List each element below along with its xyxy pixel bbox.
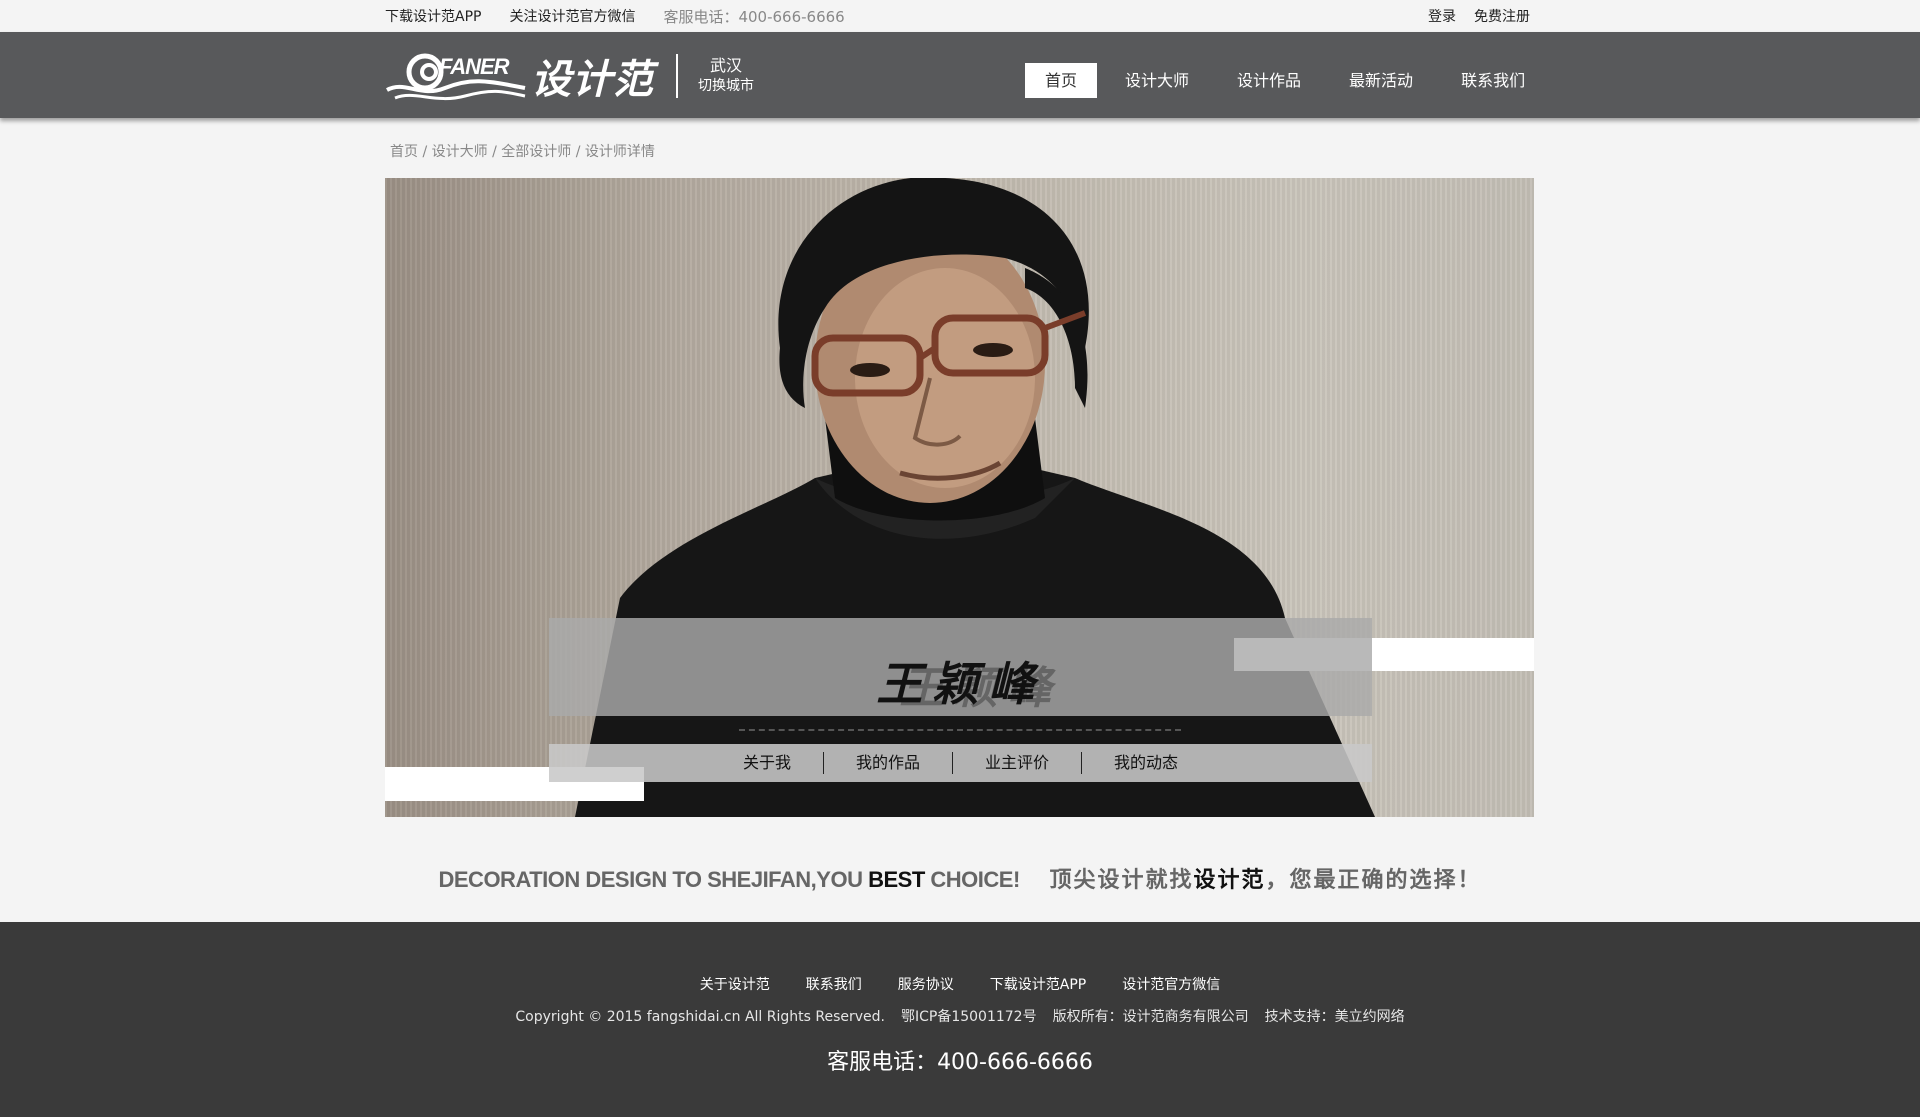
register-link[interactable]: 免费注册: [1474, 6, 1530, 26]
slogan-cn: 顶尖设计就找设计范，您最正确的选择！: [1049, 868, 1481, 893]
tab-my-activity[interactable]: 我的动态: [1082, 753, 1210, 773]
city-switcher[interactable]: 武汉 切换城市: [698, 56, 754, 96]
switch-city-label: 切换城市: [698, 78, 754, 94]
site-logo[interactable]: FANER 设计范 武汉 切换城市: [385, 50, 754, 103]
breadcrumb-sep: /: [487, 144, 502, 160]
logo-divider: [676, 54, 678, 98]
designer-portrait: [575, 178, 1375, 817]
site-footer: 关于设计范 联系我们 服务协议 下载设计范APP 设计范官方微信 Copyrig…: [0, 922, 1920, 1117]
footer-link-terms[interactable]: 服务协议: [898, 974, 954, 994]
slogan-en-part2: CHOICE!: [924, 867, 1020, 892]
breadcrumb-sep: /: [571, 144, 585, 160]
nav-contact[interactable]: 联系我们: [1441, 63, 1545, 98]
slogan-cn-part2: ，您最正确的选择！: [1265, 868, 1482, 893]
footer-hotline: 客服电话：400-666-6666: [827, 1050, 1093, 1075]
copyright-text: Copyright © 2015 fangshidai.cn All Right…: [515, 1009, 885, 1025]
current-city: 武汉: [709, 56, 742, 75]
breadcrumb-sep: /: [418, 144, 432, 160]
breadcrumb-current: 设计师详情: [584, 144, 655, 160]
tech-support: 技术支持：美立约网络: [1264, 1009, 1405, 1025]
follow-wechat-link[interactable]: 关注设计范官方微信: [509, 6, 635, 26]
top-bar-left: 下载设计范APP 关注设计范官方微信 客服电话：400-666-6666: [385, 0, 873, 32]
footer-copyright-row: Copyright © 2015 fangshidai.cn All Right…: [0, 1006, 1920, 1026]
download-app-link[interactable]: 下载设计范APP: [385, 6, 481, 26]
slogan-en: DECORATION DESIGN TO SHEJIFAN,YOU BEST C…: [438, 867, 1021, 892]
breadcrumb-home[interactable]: 首页: [390, 144, 418, 160]
main-nav: 首页 设计大师 设计作品 最新活动 联系我们: [1025, 63, 1553, 98]
breadcrumb-masters[interactable]: 设计大师: [432, 144, 488, 160]
main-header: FANER 设计范 武汉 切换城市 首页 设计大师 设计作品 最新活动 联系我们: [0, 32, 1920, 118]
nav-events[interactable]: 最新活动: [1329, 63, 1433, 98]
nav-works[interactable]: 设计作品: [1217, 63, 1321, 98]
top-bar-right: 登录 免费注册: [1428, 0, 1548, 32]
footer-link-about[interactable]: 关于设计范: [700, 974, 770, 994]
designer-tabs: 关于我 我的作品 业主评价 我的动态: [549, 744, 1372, 782]
top-bar: 下载设计范APP 关注设计范官方微信 客服电话：400-666-6666 登录 …: [0, 0, 1920, 32]
logo-cn: 设计范: [531, 57, 654, 103]
tab-about-me[interactable]: 关于我: [711, 753, 823, 773]
name-band: 王颖峰 王颖峰: [549, 618, 1372, 716]
slogan-cn-part1: 顶尖设计就找: [1049, 868, 1194, 893]
designer-name: 王颖峰: [876, 657, 1045, 711]
footer-link-contact[interactable]: 联系我们: [806, 974, 862, 994]
tab-my-works[interactable]: 我的作品: [824, 753, 952, 773]
slogan-en-bold: BEST: [868, 867, 925, 892]
icp-number: 鄂ICP备15001172号: [900, 1009, 1037, 1025]
breadcrumb-all-designers[interactable]: 全部设计师: [501, 144, 571, 160]
slogan-cn-bold: 设计范: [1193, 868, 1266, 893]
dashed-divider: [739, 729, 1181, 731]
footer-link-download-app[interactable]: 下载设计范APP: [990, 974, 1086, 994]
logo-wave-icon: FANER: [385, 50, 527, 102]
nav-masters[interactable]: 设计大师: [1105, 63, 1209, 98]
copyright-owner: 版权所有：设计范商务有限公司: [1052, 1009, 1249, 1025]
footer-links: 关于设计范 联系我们 服务协议 下载设计范APP 设计范官方微信: [0, 974, 1920, 994]
logo-en: FANER: [439, 54, 510, 79]
footer-link-wechat[interactable]: 设计范官方微信: [1122, 974, 1220, 994]
slogan: DECORATION DESIGN TO SHEJIFAN,YOU BEST C…: [0, 862, 1920, 894]
designer-hero: 王颖峰 王颖峰 关于我 我的作品 业主评价 我的动态: [385, 178, 1534, 817]
nav-home[interactable]: 首页: [1025, 63, 1098, 98]
login-link[interactable]: 登录: [1428, 6, 1456, 26]
tab-owner-reviews[interactable]: 业主评价: [953, 753, 1081, 773]
slogan-en-part1: DECORATION DESIGN TO SHEJIFAN,YOU: [438, 867, 869, 892]
service-phone: 客服电话：400-666-6666: [663, 7, 845, 26]
breadcrumb: 首页 / 设计大师 / 全部设计师 / 设计师详情: [390, 141, 655, 161]
